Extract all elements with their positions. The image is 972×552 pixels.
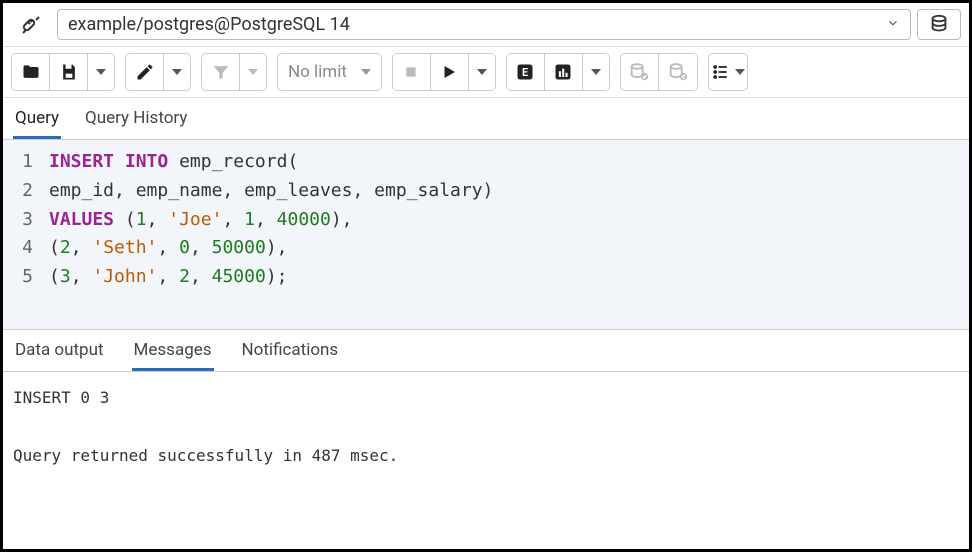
analyze-dropdown[interactable]: [583, 54, 609, 90]
tab-query-history[interactable]: Query History: [83, 98, 189, 139]
save-dropdown[interactable]: [88, 54, 114, 90]
messages-panel: INSERT 0 3 Query returned successfully i…: [3, 372, 969, 482]
svg-text:E: E: [522, 66, 528, 79]
execute-button[interactable]: [431, 54, 469, 90]
execute-dropdown[interactable]: [469, 54, 495, 90]
connection-status-icon: [11, 9, 51, 40]
chevron-down-icon: [361, 69, 371, 75]
chevron-down-icon: [735, 69, 745, 75]
chevron-down-icon: [172, 69, 182, 75]
connection-select[interactable]: example/postgres@PostgreSQL 14: [57, 9, 911, 40]
line-gutter: 12345: [3, 140, 43, 329]
open-file-button[interactable]: [12, 54, 50, 90]
chevron-down-icon: [591, 69, 601, 75]
tab-query[interactable]: Query: [13, 98, 61, 139]
code-area[interactable]: INSERT INTO emp_record(emp_id, emp_name,…: [43, 140, 969, 329]
tab-data-output[interactable]: Data output: [13, 330, 106, 371]
tab-notifications[interactable]: Notifications: [240, 330, 341, 371]
connection-label: example/postgres@PostgreSQL 14: [68, 14, 350, 35]
chevron-down-icon: [96, 69, 106, 75]
message-line: Query returned successfully in 487 msec.: [13, 446, 398, 465]
limit-select[interactable]: No limit: [277, 53, 382, 91]
analyze-button[interactable]: [545, 54, 583, 90]
filter-button[interactable]: [202, 54, 240, 90]
stop-button[interactable]: [393, 54, 431, 90]
tab-messages[interactable]: Messages: [132, 330, 214, 371]
new-connection-button[interactable]: [917, 9, 961, 40]
chevron-down-icon: [477, 69, 487, 75]
chevron-down-icon: [886, 16, 900, 34]
chevron-down-icon: [248, 69, 258, 75]
edit-dropdown[interactable]: [164, 54, 190, 90]
edit-button[interactable]: [126, 54, 164, 90]
filter-dropdown[interactable]: [240, 54, 266, 90]
explain-button[interactable]: E: [507, 54, 545, 90]
save-button[interactable]: [50, 54, 88, 90]
macros-button[interactable]: [709, 54, 747, 90]
message-line: INSERT 0 3: [13, 388, 109, 407]
sql-editor[interactable]: 12345 INSERT INTO emp_record(emp_id, emp…: [3, 140, 969, 330]
commit-button[interactable]: [621, 54, 659, 90]
rollback-button[interactable]: [659, 54, 697, 90]
limit-label: No limit: [288, 62, 347, 82]
